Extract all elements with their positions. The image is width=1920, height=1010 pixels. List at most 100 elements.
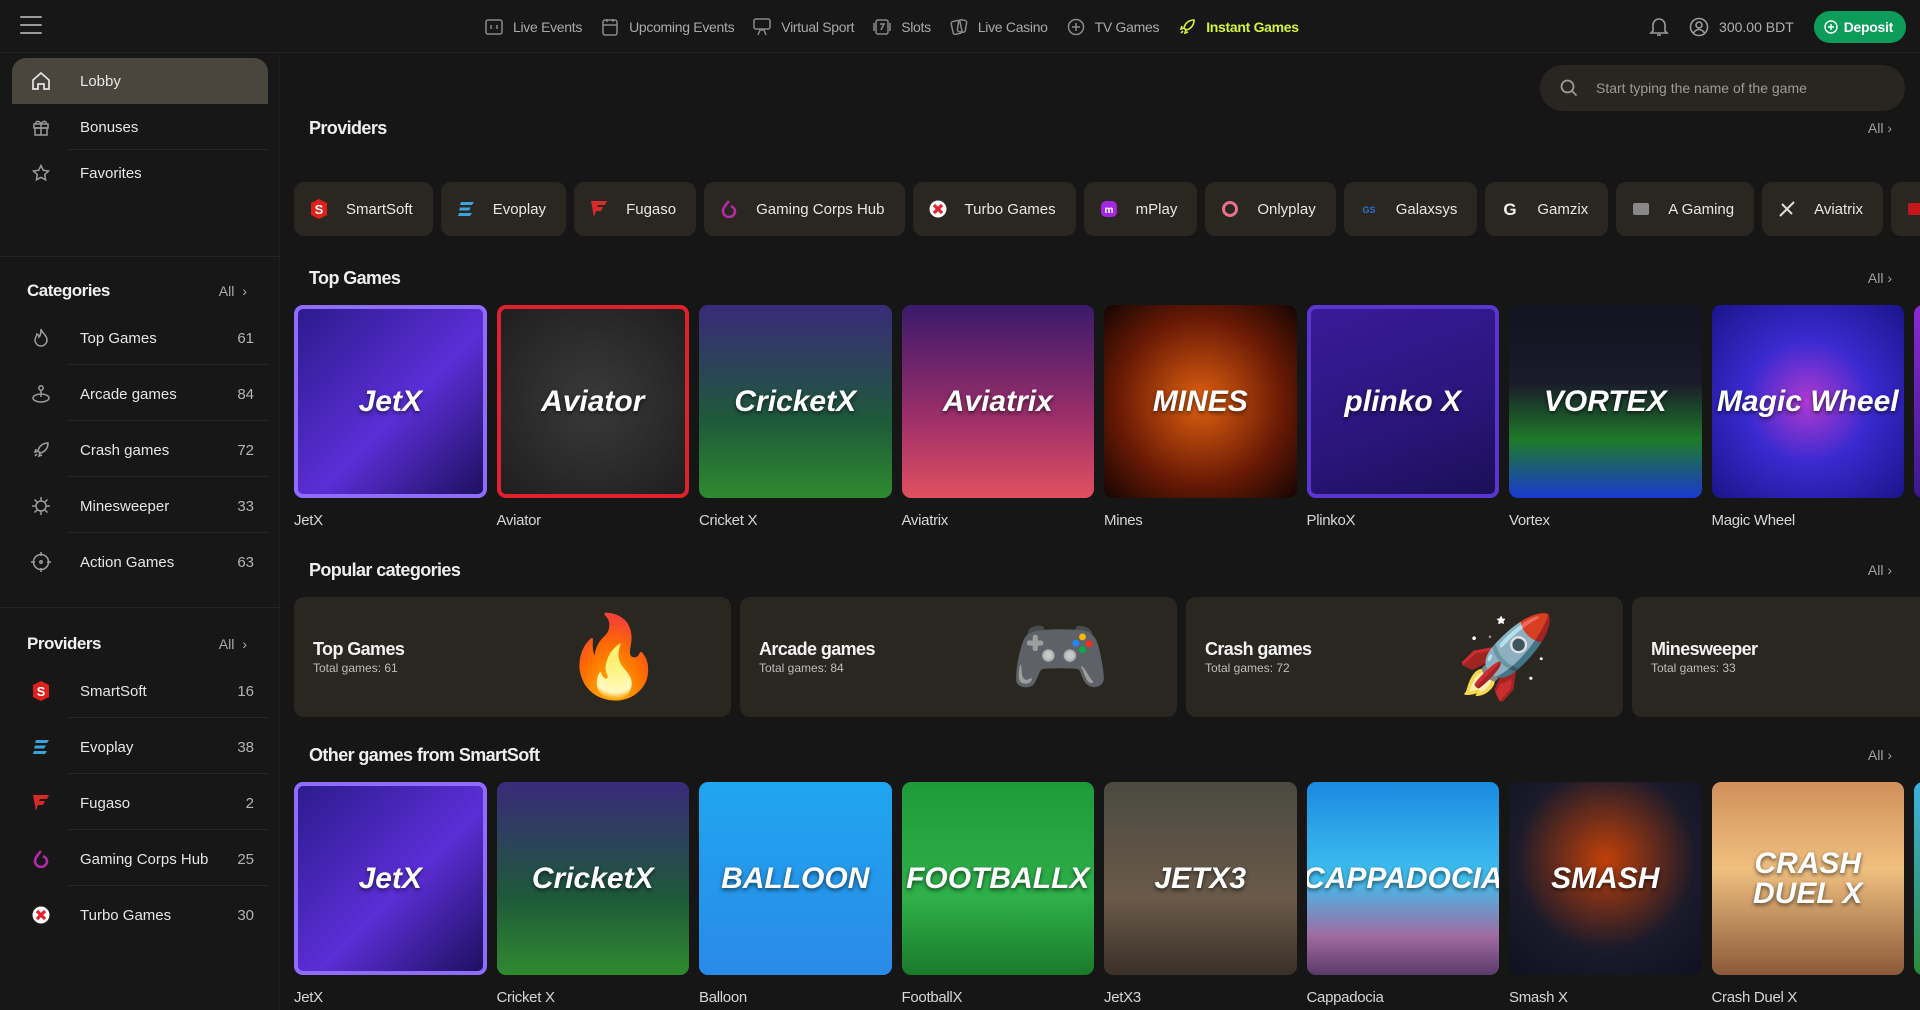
search-input[interactable] — [1596, 80, 1886, 96]
sidebar-categories-item-action-games[interactable]: Action Games 63 — [12, 535, 268, 589]
svg-text:S: S — [37, 684, 46, 699]
category-card-minesweeper[interactable]: Minesweeper Total games: 33 — [1632, 597, 1920, 717]
game-thumbnail[interactable] — [1914, 305, 1920, 498]
game-thumbnail[interactable]: SMASH — [1509, 782, 1702, 975]
sidebar-providers-all-link[interactable]: All › — [219, 636, 247, 652]
sidebar-item-lobby[interactable]: Lobby — [12, 58, 268, 104]
game-name: FootballX — [901, 989, 963, 1006]
game-thumbnail[interactable]: CRASH DUEL X — [1711, 782, 1904, 975]
provider-chip-item[interactable] — [1891, 182, 1920, 236]
provider-chip-onlyplay[interactable]: Onlyplay — [1205, 182, 1336, 236]
game-thumbnail[interactable]: JetX — [294, 305, 487, 498]
game-thumbnail[interactable]: MINES — [1104, 305, 1297, 498]
game-card-balloon[interactable]: BALLOON Balloon — [699, 782, 892, 1006]
game-thumbnail[interactable]: BALLOON — [699, 782, 892, 975]
provider-chip-gamzix[interactable]: G Gamzix — [1485, 182, 1609, 236]
game-card-jetx[interactable]: JetX JetX — [294, 782, 487, 1006]
sidebar-categories-item-crash-games[interactable]: Crash games 72 — [12, 423, 268, 477]
category-art-icon: 🎮 — [1010, 612, 1110, 701]
game-thumbnail[interactable]: JetX — [294, 782, 487, 975]
sidebar-categories-item-arcade-games[interactable]: Arcade games 84 — [12, 367, 268, 421]
sidebar-categories-item-minesweeper[interactable]: Minesweeper 33 — [12, 479, 268, 533]
game-card-cricket-x[interactable]: CricketX Cricket X — [496, 782, 689, 1006]
game-name: Mines — [1104, 512, 1143, 529]
provider-chip-fugaso[interactable]: Fugaso — [574, 182, 697, 236]
game-thumbnail[interactable]: Magic Wheel — [1711, 305, 1904, 498]
provider-chip-label: SmartSoft — [346, 200, 413, 218]
slot-seven-icon — [872, 17, 892, 37]
account-balance[interactable]: 300.00 BDT — [1689, 17, 1794, 37]
provider-chip-label: Gamzix — [1537, 200, 1589, 218]
sidebar-item-bonuses[interactable]: Bonuses — [12, 104, 268, 150]
sidebar-categories-item-top-games[interactable]: Top Games 61 — [12, 311, 268, 365]
nav-virtual-sport[interactable]: Virtual Sport — [752, 17, 854, 37]
nav-slots[interactable]: Slots — [872, 17, 931, 37]
sidebar-providers-item-fugaso[interactable]: Fugaso 2 — [12, 776, 268, 830]
provider-chip-turbo-games[interactable]: Turbo Games — [912, 182, 1076, 236]
game-card-cappadocia[interactable]: CAPPADOCIA Cappadocia — [1306, 782, 1499, 1006]
nav-live-events[interactable]: Live Events — [484, 17, 582, 37]
game-card-aviator[interactable]: Aviator Aviator — [496, 305, 689, 529]
game-thumbnail[interactable]: FOOTBALLX — [901, 782, 1094, 975]
game-card-item[interactable] — [1914, 305, 1920, 529]
game-card-item[interactable] — [1914, 782, 1920, 1006]
game-card-cricket-x[interactable]: CricketX Cricket X — [699, 305, 892, 529]
divider — [68, 717, 268, 718]
game-card-plinkox[interactable]: plinko X PlinkoX — [1306, 305, 1499, 529]
mine-icon — [27, 496, 55, 516]
game-card-magic-wheel[interactable]: Magic Wheel Magic Wheel — [1711, 305, 1904, 529]
provider-chip-a-gaming[interactable]: A Gaming — [1616, 182, 1755, 236]
sidebar-providers-item-turbo-games[interactable]: Turbo Games 30 — [12, 888, 268, 942]
game-card-mines[interactable]: MINES Mines — [1104, 305, 1297, 529]
game-thumbnail[interactable]: Aviatrix — [901, 305, 1094, 498]
game-thumbnail[interactable]: VORTEX — [1509, 305, 1702, 498]
game-art-title: SMASH — [1551, 861, 1660, 895]
notification-bell-icon[interactable] — [1649, 16, 1669, 38]
game-thumbnail[interactable]: CAPPADOCIA — [1306, 782, 1499, 975]
game-card-jetx3[interactable]: JETX3 JetX3 — [1104, 782, 1297, 1006]
top-games-all-link[interactable]: All › — [1868, 270, 1892, 286]
game-thumbnail[interactable] — [1914, 782, 1920, 975]
category-card-arcade-games[interactable]: Arcade games Total games: 84 🎮 — [740, 597, 1177, 717]
sidebar-providers-item-evoplay[interactable]: Evoplay 38 — [12, 720, 268, 774]
provider-chip-aviatrix[interactable]: Aviatrix — [1762, 182, 1884, 236]
nav-upcoming-events[interactable]: Upcoming Events — [600, 17, 735, 37]
sidebar-providers-item-smartsoft[interactable]: S SmartSoft 16 — [12, 664, 268, 718]
home-icon — [27, 71, 55, 91]
provider-chip-evoplay[interactable]: Evoplay — [440, 182, 567, 236]
game-card-smash-x[interactable]: SMASH Smash X — [1509, 782, 1702, 1006]
game-card-aviatrix[interactable]: Aviatrix Aviatrix — [901, 305, 1094, 529]
game-thumbnail[interactable]: JETX3 — [1104, 782, 1297, 975]
game-card-footballx[interactable]: FOOTBALLX FootballX — [901, 782, 1094, 1006]
provider-chip-label: Turbo Games — [964, 200, 1056, 218]
provider-chip-smartsoft[interactable]: S SmartSoft — [294, 182, 433, 236]
provider-chip-gaming-corps-hub[interactable]: Gaming Corps Hub — [704, 182, 905, 236]
onlyplay-logo-icon — [1221, 200, 1239, 218]
game-search[interactable] — [1540, 65, 1905, 111]
game-thumbnail[interactable]: CricketX — [496, 782, 689, 975]
popular-categories-all-link[interactable]: All › — [1868, 562, 1892, 578]
all-label: All — [1867, 120, 1884, 136]
hamburger-menu-button[interactable] — [20, 16, 42, 34]
category-card-crash-games[interactable]: Crash games Total games: 72 🚀 — [1186, 597, 1623, 717]
sidebar-providers-item-gaming-corps-hub[interactable]: Gaming Corps Hub 25 — [12, 832, 268, 886]
game-card-jetx[interactable]: JetX JetX — [294, 305, 487, 529]
sidebar-categories-all-link[interactable]: All › — [219, 283, 247, 299]
providers-all-link[interactable]: All › — [1868, 120, 1892, 136]
game-card-vortex[interactable]: VORTEX Vortex — [1509, 305, 1702, 529]
search-icon — [1560, 79, 1578, 97]
sidebar-item-favorites[interactable]: Favorites — [12, 150, 268, 196]
nav-live-casino[interactable]: Live Casino — [949, 17, 1048, 37]
game-thumbnail[interactable]: Aviator — [496, 305, 689, 498]
nav-tv-games[interactable]: TV Games — [1066, 17, 1159, 37]
provider-chip-mplay[interactable]: m mPlay — [1083, 182, 1198, 236]
nav-instant-games[interactable]: Instant Games — [1177, 17, 1299, 37]
game-thumbnail[interactable]: CricketX — [699, 305, 892, 498]
game-thumbnail[interactable]: plinko X — [1306, 305, 1499, 498]
deposit-button[interactable]: Deposit — [1813, 10, 1906, 43]
provider-chip-galaxsys[interactable]: GS Galaxsys — [1343, 182, 1478, 236]
other-games-all-link[interactable]: All › — [1868, 747, 1892, 763]
gaming-corps-logo-icon — [720, 200, 738, 218]
game-card-crash-duel-x[interactable]: CRASH DUEL X Crash Duel X — [1711, 782, 1904, 1006]
category-card-top-games[interactable]: Top Games Total games: 61 🔥 — [294, 597, 731, 717]
